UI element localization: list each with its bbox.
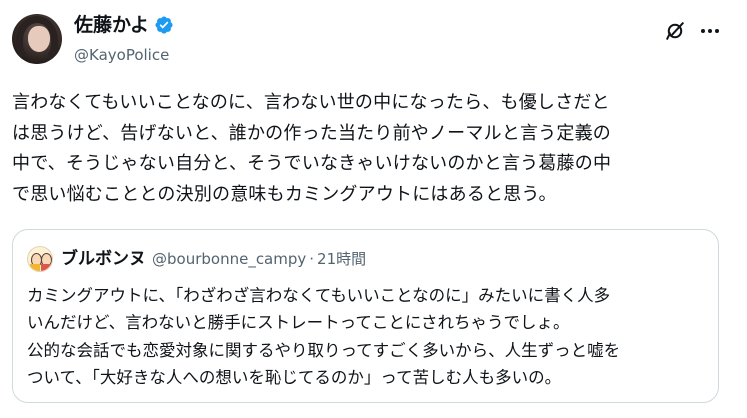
- quoted-tweet-line: 公的な会話でも恋愛対象に関するやり取りってすごく多いから、人生ずっと嘘を: [27, 340, 621, 360]
- quoted-tweet-line: カミングアウトに、「わざわざ言わなくてもいいことなのに」みたいに書く人多: [27, 286, 611, 305]
- author-name-row: 佐藤かよ: [74, 13, 174, 37]
- verified-badge-icon[interactable]: [154, 15, 174, 35]
- quoted-author-avatar: [27, 246, 53, 272]
- tweet-line: 言わなくてもいいことなのに、言わない世の中になったら、も優しさだと: [12, 92, 610, 113]
- tweet-body: 言わなくてもいいことなのに、言わない世の中になったら、も優しさだと は思うけど、…: [12, 88, 724, 210]
- quoted-tweet-card[interactable]: ブルボンヌ @bourbonne_campy · 21時間 カミングアウトに、「…: [12, 229, 719, 403]
- tweet-line: で思い悩むこととの決別の意味もカミングアウトにはあると思う。: [12, 183, 557, 205]
- quoted-tweet-header: ブルボンヌ @bourbonne_campy · 21時間: [61, 247, 366, 271]
- tweet-line: 中で、そうじゃない自分と、そうでいなきゃいけないのかと言う葛藤の中: [12, 153, 612, 174]
- avatar-face: [28, 26, 50, 52]
- more-options-icon[interactable]: [698, 20, 722, 42]
- quoted-author-handle: @bourbonne_campy: [152, 250, 307, 268]
- tweet-line: は思うけど、告げないと、誰かの作った当たり前やノーマルと言う定義の: [12, 122, 611, 144]
- tweet: 佐藤かよ @KayoPolice 言わなくてもいいことなのに、言わない世の中にな…: [0, 0, 747, 418]
- quoted-author-name: ブルボンヌ: [61, 249, 146, 269]
- author-avatar[interactable]: [12, 14, 62, 64]
- quoted-tweet-time: 21時間: [317, 250, 367, 268]
- quoted-tweet-line: いんだけど、言わないと勝手にストレートってことにされちゃうでしょ。: [27, 313, 570, 333]
- grok-icon[interactable]: [664, 20, 686, 42]
- quoted-tweet-line: ついて、「大好きな人への想いを恥じてるのか」って苦しむ人も多いの。: [27, 367, 562, 387]
- author-handle[interactable]: @KayoPolice: [74, 45, 169, 65]
- author-display-name[interactable]: 佐藤かよ: [74, 13, 149, 37]
- quoted-tweet-body: カミングアウトに、「わざわざ言わなくてもいいことなのに」みたいに書く人多 いんだ…: [27, 282, 713, 391]
- header-separator: ·: [309, 250, 315, 268]
